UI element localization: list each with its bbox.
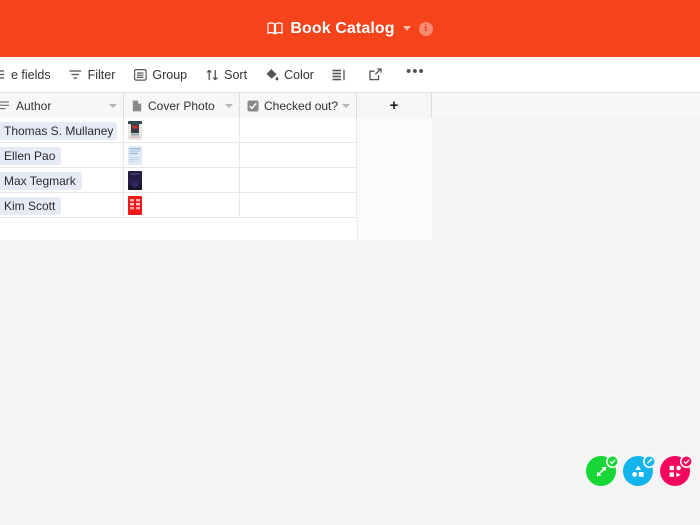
cell-cover-photo[interactable] — [124, 168, 240, 193]
column-header-cover-photo-label: Cover Photo — [148, 98, 215, 113]
cell-author[interactable]: Max Tegmark — [0, 168, 124, 193]
add-record-area[interactable] — [0, 218, 357, 240]
cover-thumbnail — [128, 121, 142, 140]
chevron-down-icon[interactable] — [402, 26, 411, 31]
row-end-spacer — [357, 143, 432, 168]
chevron-down-icon[interactable] — [225, 103, 233, 108]
table-row[interactable]: Kim Scott — [0, 193, 700, 218]
author-pill: Thomas S. Mullaney — [0, 121, 117, 140]
cell-checked-out[interactable] — [240, 118, 357, 143]
chevron-down-icon[interactable] — [342, 103, 350, 108]
cursor-badge-pink[interactable] — [660, 455, 693, 488]
row-filler — [432, 168, 700, 193]
app-title-group[interactable]: Book Catalog — [267, 20, 411, 37]
cell-checked-out[interactable] — [240, 143, 357, 168]
color-drop-icon — [265, 68, 279, 82]
group-icon — [133, 68, 147, 82]
cell-checked-out[interactable] — [240, 168, 357, 193]
hide-fields-label: e fields — [11, 67, 51, 82]
cursor-badge-blue[interactable] — [623, 455, 656, 488]
add-field-label: + — [389, 97, 399, 114]
cell-cover-photo[interactable] — [124, 143, 240, 168]
cell-cover-photo[interactable] — [124, 118, 240, 143]
book-icon — [267, 22, 283, 35]
grid-rows: Thomas S. Mullaney Ellen Pao Max Tegmark… — [0, 118, 700, 240]
column-header-checked-out[interactable]: Checked out? — [240, 93, 357, 118]
chevron-down-icon[interactable] — [109, 103, 117, 108]
app-header-bar: Book Catalog i — [0, 0, 700, 57]
app-window: Book Catalog i e fields Filter Group Sor… — [0, 0, 700, 525]
row-end-spacer — [357, 118, 432, 143]
attachment-icon — [130, 99, 143, 112]
floating-badge-group — [586, 455, 693, 488]
check-badge — [606, 455, 619, 468]
add-record-filler — [432, 218, 700, 240]
more-options-button[interactable]: ••• — [397, 57, 434, 93]
column-header-author[interactable]: Author — [0, 93, 124, 118]
info-icon[interactable]: i — [418, 21, 433, 36]
cover-thumbnail — [128, 171, 142, 190]
share-export-icon — [369, 68, 383, 82]
color-button[interactable]: Color — [256, 57, 323, 93]
row-filler — [432, 193, 700, 218]
add-record-row[interactable] — [0, 218, 700, 240]
add-record-end — [357, 218, 432, 240]
cell-author[interactable]: Kim Scott — [0, 193, 124, 218]
text-lines-icon — [0, 99, 11, 112]
sort-label: Sort — [224, 67, 248, 82]
author-pill: Max Tegmark — [0, 171, 82, 190]
hide-fields-button[interactable]: e fields — [0, 57, 60, 93]
table-row[interactable]: Max Tegmark — [0, 168, 700, 193]
column-header-filler — [432, 93, 700, 118]
filter-button[interactable]: Filter — [60, 57, 125, 93]
add-field-button[interactable]: + — [357, 93, 432, 118]
share-button[interactable] — [360, 57, 397, 93]
row-filler — [432, 143, 700, 168]
checkbox-icon — [246, 99, 259, 112]
column-header-author-label: Author — [16, 98, 52, 113]
filter-icon — [69, 68, 83, 82]
more-icon: ••• — [405, 63, 425, 80]
color-label: Color — [284, 67, 314, 82]
group-label: Group — [152, 67, 188, 82]
view-toolbar: e fields Filter Group Sort Color ••• — [0, 57, 700, 93]
hide-fields-icon — [0, 68, 6, 82]
cover-thumbnail — [128, 146, 142, 165]
row-end-spacer — [357, 168, 432, 193]
check-badge — [680, 455, 693, 468]
filter-label: Filter — [87, 67, 116, 82]
cell-checked-out[interactable] — [240, 193, 357, 218]
cell-author[interactable]: Thomas S. Mullaney — [0, 118, 124, 143]
column-header-checked-out-label: Checked out? — [264, 98, 338, 113]
row-height-button[interactable] — [323, 57, 360, 93]
check-badge — [643, 455, 656, 468]
author-pill: Ellen Pao — [0, 146, 62, 165]
row-filler — [432, 118, 700, 143]
table-row[interactable]: Ellen Pao — [0, 143, 700, 168]
cover-thumbnail — [128, 196, 142, 215]
cell-author[interactable]: Ellen Pao — [0, 143, 124, 168]
page-title: Book Catalog — [290, 20, 395, 37]
group-button[interactable]: Group — [124, 57, 196, 93]
row-end-spacer — [357, 193, 432, 218]
column-header-cover-photo[interactable]: Cover Photo — [124, 93, 240, 118]
author-pill: Kim Scott — [0, 196, 62, 215]
cursor-badge-green[interactable] — [586, 455, 619, 488]
sort-icon — [205, 68, 219, 82]
cell-cover-photo[interactable] — [124, 193, 240, 218]
grid-column-headers: Author Cover Photo Checked out? + — [0, 93, 700, 118]
table-row[interactable]: Thomas S. Mullaney — [0, 118, 700, 143]
sort-button[interactable]: Sort — [196, 57, 256, 93]
row-height-icon — [332, 68, 346, 82]
